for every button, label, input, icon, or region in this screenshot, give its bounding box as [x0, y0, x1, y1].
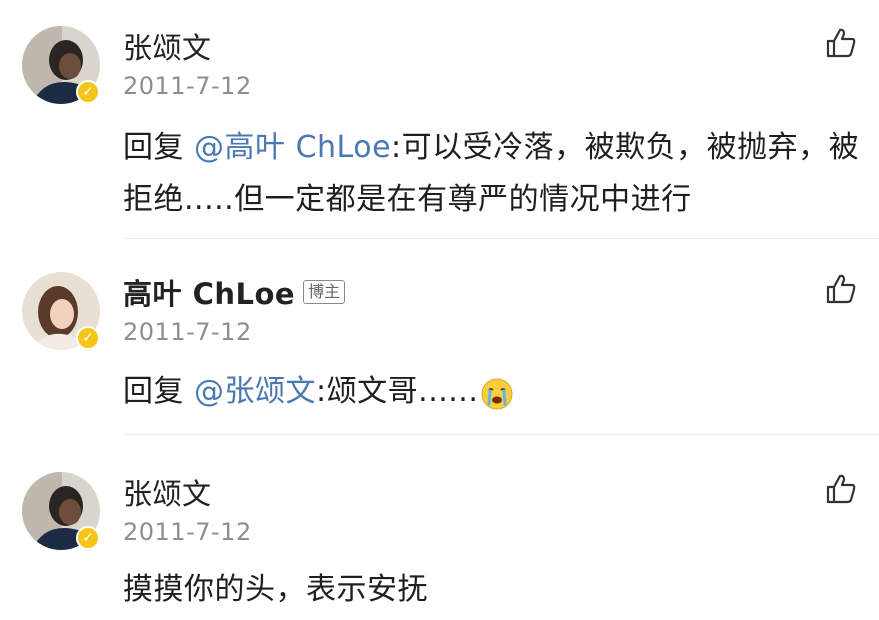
comment-text: 回复 @高叶 ChLoe:可以受冷落，被欺负，被抛弃，被拒绝.....但一定都是… [123, 122, 863, 226]
mention-link[interactable]: @高叶 ChLoe [194, 130, 391, 165]
author-name[interactable]: 张颂文 [123, 25, 212, 67]
comment-date: 2011-7-12 [123, 318, 252, 346]
comment-date: 2011-7-12 [123, 518, 252, 546]
divider [123, 238, 879, 239]
author-row: 高叶 ChLoe 博主 [123, 271, 346, 313]
blogger-tag: 博主 [303, 280, 346, 304]
reply-prefix: 回复 [123, 130, 195, 165]
comment-text: 摸摸你的头，表示安抚 [123, 564, 863, 616]
crying-emoji-icon [480, 376, 514, 410]
author-row: 张颂文 [123, 26, 212, 66]
reply-prefix: 回复 [123, 374, 195, 409]
author-name[interactable]: 张颂文 [123, 471, 212, 513]
avatar[interactable]: ✓ [22, 472, 100, 550]
author-row: 张颂文 [123, 472, 212, 512]
comment-content: 摸摸你的头，表示安抚 [123, 572, 428, 607]
mention-link[interactable]: @张颂文 [194, 374, 316, 409]
like-icon[interactable] [824, 272, 858, 306]
verified-badge-icon: ✓ [76, 326, 100, 350]
verified-badge-icon: ✓ [76, 80, 100, 104]
divider [123, 434, 879, 435]
like-icon[interactable] [824, 26, 858, 60]
comment-content: :颂文哥...... [316, 374, 479, 409]
avatar[interactable]: ✓ [22, 26, 100, 104]
avatar[interactable]: ✓ [22, 272, 100, 350]
comment-text: 回复 @张颂文:颂文哥...... [123, 366, 863, 418]
author-name[interactable]: 高叶 ChLoe [123, 271, 295, 313]
comment-date: 2011-7-12 [123, 72, 252, 100]
verified-badge-icon: ✓ [76, 526, 100, 550]
like-icon[interactable] [824, 472, 858, 506]
